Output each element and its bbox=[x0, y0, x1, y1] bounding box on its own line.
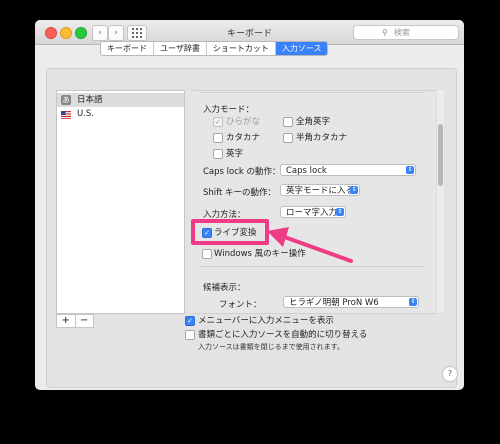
chevron-updown-icon: ⇕ bbox=[409, 298, 417, 306]
capslock-popup[interactable]: Caps lock ⇕ bbox=[280, 164, 416, 176]
windows-keys-checkbox[interactable] bbox=[202, 249, 212, 259]
input-mode-label: 入力モード： bbox=[203, 105, 255, 115]
auto-switch-label: 書類ごとに入力ソースを自動的に切り替える bbox=[198, 330, 368, 340]
chevron-updown-icon: ⇕ bbox=[406, 166, 414, 174]
tab-bar: キーボード ユーザ辞書 ショートカット 入力ソース bbox=[100, 41, 329, 56]
divider bbox=[200, 266, 425, 267]
tab-user-dictionary[interactable]: ユーザ辞書 bbox=[154, 42, 207, 55]
mode-hiragana-label: ひらがな bbox=[226, 117, 261, 127]
mode-hiragana-checkbox: ✓ bbox=[213, 117, 223, 127]
shift-label: Shift キーの動作： bbox=[203, 188, 277, 198]
settings-scrollbar[interactable] bbox=[436, 90, 444, 312]
capslock-label: Caps lock の動作： bbox=[203, 167, 281, 177]
add-source-button[interactable]: + bbox=[57, 315, 76, 327]
input-method-popup[interactable]: ローマ字入力 ⇕ bbox=[280, 206, 346, 218]
mode-fullwidth-roman-label: 全角英字 bbox=[296, 117, 331, 127]
mode-fullwidth-roman-checkbox[interactable] bbox=[283, 117, 293, 127]
help-button[interactable]: ? bbox=[442, 366, 458, 382]
auto-switch-checkbox[interactable] bbox=[185, 330, 195, 340]
source-buttons: + − bbox=[56, 314, 94, 328]
mode-katakana-label: カタカナ bbox=[226, 133, 261, 143]
divider bbox=[200, 92, 425, 93]
tab-shortcuts[interactable]: ショートカット bbox=[207, 42, 276, 55]
mode-halfwidth-katakana-checkbox[interactable] bbox=[283, 133, 293, 143]
show-input-menu-checkbox[interactable]: ✓ bbox=[185, 316, 195, 326]
capslock-value: Caps lock bbox=[286, 166, 327, 176]
font-label: フォント： bbox=[219, 300, 262, 310]
show-input-menu-label: メニューバーに入力メニューを表示 bbox=[198, 316, 334, 326]
live-conversion-label: ライブ変換 bbox=[214, 228, 257, 238]
hiragana-icon: あ bbox=[61, 95, 71, 105]
candidates-label: 候補表示： bbox=[203, 283, 246, 293]
shift-popup[interactable]: 英字モードに入る ⇕ bbox=[280, 184, 360, 196]
pointer-arrow-icon bbox=[267, 227, 353, 263]
scrollbar-thumb[interactable] bbox=[438, 124, 443, 186]
mode-roman-label: 英字 bbox=[226, 149, 244, 159]
us-flag-icon bbox=[61, 111, 71, 119]
search-icon: ⚲ bbox=[382, 28, 388, 37]
search-placeholder: 検索 bbox=[394, 28, 410, 37]
tab-keyboard[interactable]: キーボード bbox=[101, 42, 154, 55]
source-label: 日本語 bbox=[77, 95, 103, 105]
font-value: ヒラギノ明朝 ProN W6 bbox=[289, 298, 379, 308]
mode-halfwidth-katakana-label: 半角カタカナ bbox=[296, 133, 348, 143]
source-item-japanese[interactable]: あ 日本語 bbox=[57, 93, 184, 107]
input-method-value: ローマ字入力 bbox=[286, 208, 338, 218]
chevron-updown-icon: ⇕ bbox=[350, 186, 358, 194]
mode-roman-checkbox[interactable] bbox=[213, 149, 223, 159]
chevron-updown-icon: ⇕ bbox=[336, 208, 344, 216]
tab-input-sources[interactable]: 入力ソース bbox=[275, 42, 328, 55]
source-label: U.S. bbox=[77, 109, 95, 119]
source-item-us[interactable]: U.S. bbox=[57, 107, 184, 121]
auto-switch-note: 入力ソースは書類を閉じるまで使用されます。 bbox=[198, 343, 344, 351]
remove-source-button[interactable]: − bbox=[76, 315, 94, 327]
input-source-list: あ 日本語 U.S. bbox=[56, 90, 185, 314]
live-conversion-checkbox[interactable]: ✓ bbox=[202, 228, 212, 238]
search-field[interactable]: ⚲ 検索 bbox=[353, 25, 459, 40]
font-popup[interactable]: ヒラギノ明朝 ProN W6 ⇕ bbox=[283, 296, 419, 308]
mode-katakana-checkbox[interactable] bbox=[213, 133, 223, 143]
shift-value: 英字モードに入る bbox=[286, 186, 355, 196]
